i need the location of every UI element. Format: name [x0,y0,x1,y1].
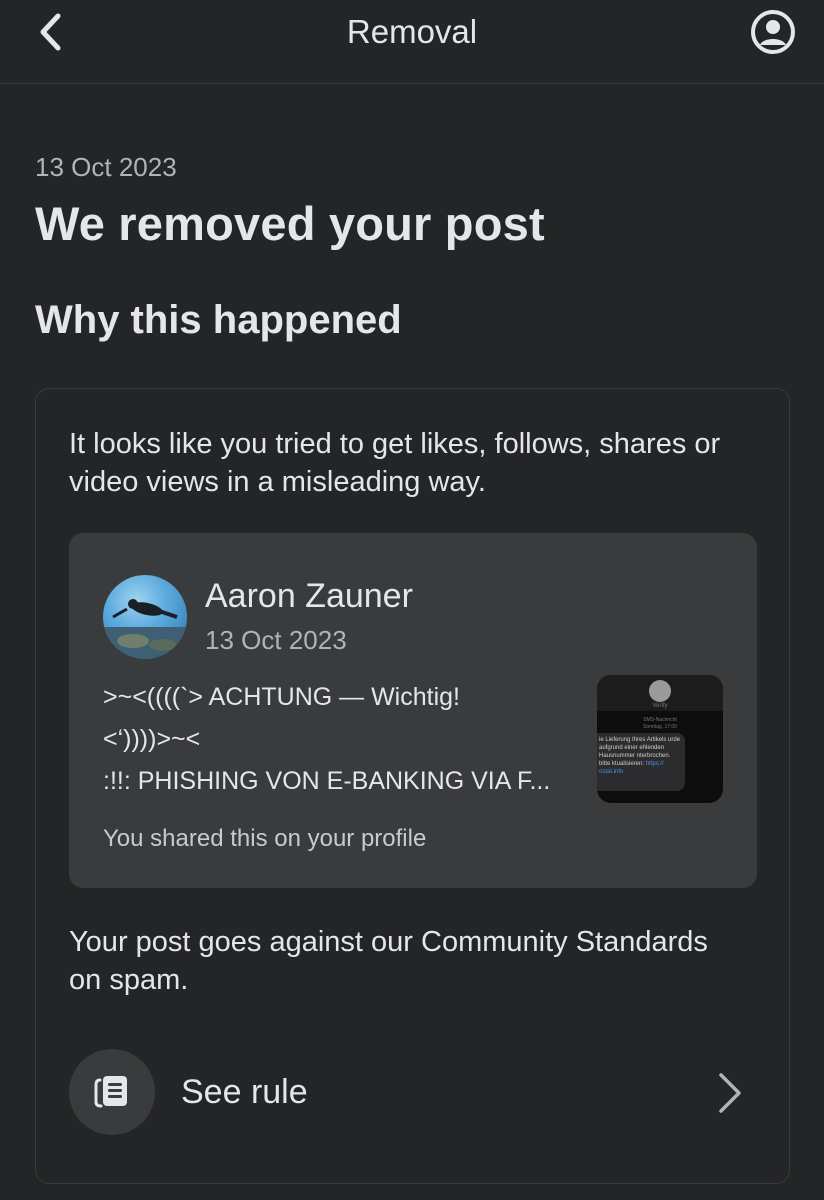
thumbnail-time: Sonntag, 17:00 [643,724,677,730]
page-title: Removal [346,13,478,50]
shared-note: You shared this on your profile [103,825,427,852]
thumbnail-avatar [649,680,671,702]
thumbnail-message-text: ie Lieferung Ihres Artikels urde aufgrun… [599,737,681,767]
post-date: 13 Oct 2023 [205,625,347,655]
post-text-line: >~<((((`> ACHTUNG — Wichtig! [103,683,460,711]
policy-statement: Your post goes against our Community Sta… [69,926,708,996]
removal-headline: We removed your post [35,197,545,250]
profile-button[interactable] [750,9,796,55]
section-title: Why this happened [35,298,402,342]
rule-icon-container [69,1049,155,1135]
thumbnail-sender: Verify [652,703,668,709]
rulebook-icon [94,1076,127,1108]
chevron-right-icon [719,1073,741,1113]
thumbnail-date: SMS-Nachricht Sonntag, 17:00 [597,717,723,731]
user-circle-icon [751,10,795,54]
removal-date: 13 Oct 2023 [35,152,177,182]
reason-card: It looks like you tried to get likes, fo… [35,388,790,1184]
post-text-line: <‘))))>~< [103,725,201,753]
post-author: Aaron Zauner [205,577,413,615]
thumbnail-header: Verify [597,675,723,711]
thumbnail-header-text: SMS-Nachricht [643,717,677,723]
avatar [103,575,187,659]
top-navigation-bar: Removal [0,0,824,84]
thumbnail-message: ie Lieferung Ihres Artikels urde aufgrun… [597,733,685,791]
removed-post-preview[interactable]: Aaron Zauner 13 Oct 2023 >~<((((`> ACHTU… [69,533,757,888]
removal-reason: It looks like you tried to get likes, fo… [69,428,721,498]
post-text-line: :!!: PHISHING VON E-BANKING VIA F... [103,767,551,795]
see-rule-label: See rule [181,1073,308,1111]
post-thumbnail: Verify SMS-Nachricht Sonntag, 17:00 ie L… [597,675,723,803]
see-rule-button[interactable]: See rule [69,1049,759,1137]
